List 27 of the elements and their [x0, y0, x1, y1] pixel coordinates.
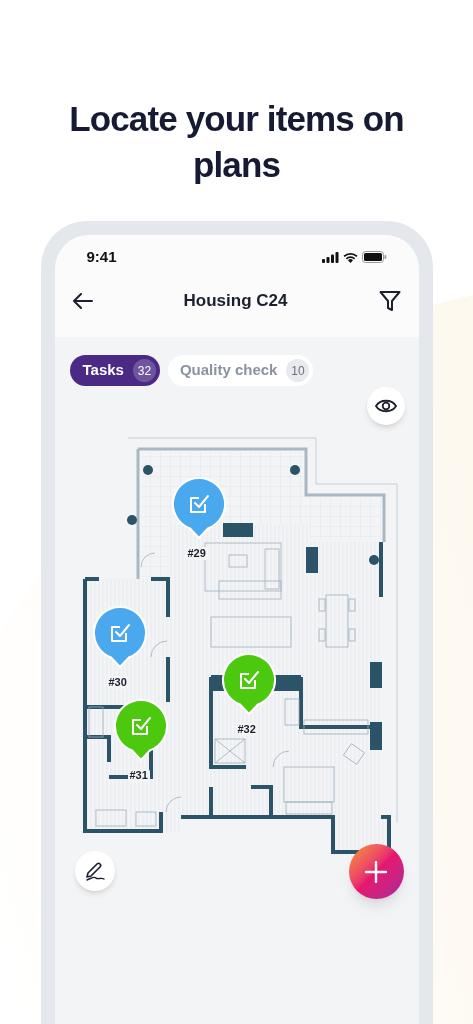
count-badge: 32	[132, 359, 156, 382]
pin-label: #30	[106, 676, 129, 689]
checkbox-icon	[108, 622, 131, 644]
add-button[interactable]	[348, 844, 404, 899]
eye-icon	[374, 398, 397, 414]
wifi-icon	[342, 251, 358, 263]
count-badge: 10	[286, 359, 310, 382]
pen-icon	[83, 861, 106, 881]
battery-icon	[361, 251, 387, 263]
screen-title: Housing C24	[183, 290, 288, 313]
annotate-button[interactable]	[74, 851, 115, 891]
filter-tab[interactable]: Quality check 10	[167, 355, 314, 386]
headline: Locate your items on plans	[68, 98, 405, 186]
map-pin[interactable]	[113, 699, 168, 761]
signal-icon	[321, 251, 339, 263]
pin-label: #29	[185, 547, 208, 560]
pin-label: #32	[235, 723, 258, 736]
status-time: 9:41	[86, 246, 117, 267]
visibility-button[interactable]	[366, 387, 405, 425]
back-arrow-icon	[72, 293, 93, 309]
pin-label: #31	[127, 769, 150, 782]
checkbox-icon	[187, 493, 210, 515]
plus-icon	[365, 860, 387, 883]
filter-tab[interactable]: Tasks 32	[69, 355, 160, 386]
filter-icon	[378, 290, 401, 312]
checkbox-icon	[237, 669, 260, 691]
checkbox-icon	[129, 715, 152, 737]
